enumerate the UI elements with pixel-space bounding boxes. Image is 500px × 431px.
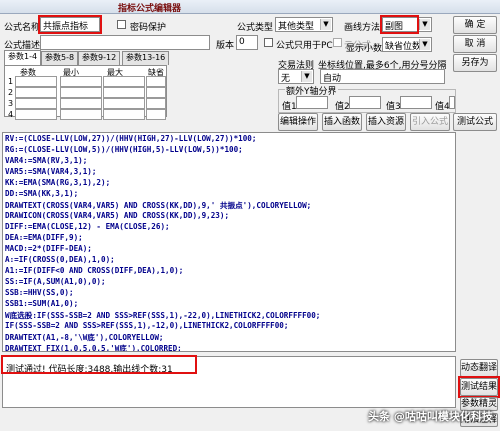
- ok-button[interactable]: 确 定: [453, 16, 497, 34]
- type-select[interactable]: 其他类型 ▼: [275, 17, 333, 32]
- highlight-name-box: [38, 15, 102, 34]
- val1-input[interactable]: [296, 96, 328, 109]
- title-bar: 指标公式编辑器: [0, 0, 500, 14]
- code-line: SS:=IF(A,SUM(A1,0),0);: [5, 277, 106, 286]
- desc-input[interactable]: [40, 35, 210, 50]
- param-min-cell[interactable]: [60, 87, 102, 98]
- param-default-cell[interactable]: [146, 109, 166, 120]
- val3-input[interactable]: [400, 96, 432, 109]
- code-line: SSB1:=SUM(A1,0);: [5, 299, 79, 308]
- code-editor[interactable]: RV:=(CLOSE-LLV(LOW,27))/(HHV(HIGH,27)-LL…: [2, 132, 456, 352]
- code-line: RG:=(CLOSE-LLV(LOW,5))/(HHV(HIGH,5)-LLV(…: [5, 145, 243, 154]
- param-min-cell[interactable]: [60, 76, 102, 87]
- val2-label: 值2: [335, 102, 350, 112]
- password-label: 密码保护: [130, 23, 167, 33]
- type-label: 公式类型: [237, 23, 274, 33]
- version-label: 版本: [216, 41, 235, 51]
- code-line: VAR5:=SMA(VAR4,3,1);: [5, 167, 97, 176]
- code-line: A1:=IF(DIFF<0 AND CROSS(DIFF,DEA),1,0);: [5, 266, 184, 275]
- code-line: DRAWTEXT(CROSS(VAR4,VAR5) AND CROSS(KK,D…: [5, 201, 312, 210]
- pc-only-label: 公式只用于PC: [276, 41, 333, 51]
- cloud-checkbox[interactable]: [333, 38, 342, 47]
- tab-params-9-12[interactable]: 参数9-12: [78, 51, 121, 65]
- tab-params-13-16[interactable]: 参数13-16: [122, 51, 170, 65]
- code-line: DEA:=EMA(DIFF,9);: [5, 233, 83, 242]
- param-default-cell[interactable]: [146, 87, 166, 98]
- param-row-number: 2: [8, 88, 14, 97]
- code-line: DD:=SMA(KK,3,1);: [5, 189, 79, 198]
- val1-label: 值1: [282, 102, 297, 112]
- code-line: DRAWTEXT(A1,-8,'\W底'),COLORYELLOW;: [5, 333, 164, 342]
- val2-input[interactable]: [349, 96, 381, 109]
- insert-func-button[interactable]: 插入函数: [322, 113, 362, 131]
- insert-res-button[interactable]: 插入资源: [366, 113, 406, 131]
- code-line: DRAWICON(CROSS(VAR4,VAR5) AND CROSS(KK,D…: [5, 211, 230, 220]
- param-name-cell[interactable]: [15, 76, 57, 87]
- code-line: VAR4:=SMA(RV,3,1);: [5, 156, 88, 165]
- val4-input[interactable]: [449, 96, 455, 109]
- param-max-cell[interactable]: [103, 87, 145, 98]
- param-min-cell[interactable]: [60, 109, 102, 120]
- param-name-cell[interactable]: [15, 98, 57, 109]
- version-input[interactable]: 0: [236, 35, 258, 50]
- param-default-cell[interactable]: [146, 76, 166, 87]
- name-label: 公式名称: [4, 23, 41, 33]
- code-line: KK:=EMA(SMA(RG,3,1),2);: [5, 178, 111, 187]
- import-formula-button[interactable]: 引入公式: [410, 113, 450, 131]
- save-as-button[interactable]: 另存为: [453, 54, 497, 72]
- param-row-number: 4: [8, 110, 14, 119]
- chevron-down-icon: ▼: [320, 19, 331, 30]
- param-grid: 参数 最小 最大 缺省 1 2 3 4: [4, 65, 167, 120]
- highlight-status-box: [1, 355, 197, 374]
- cancel-button[interactable]: 取 消: [453, 35, 497, 53]
- type-value: 其他类型: [278, 22, 315, 32]
- tab-params-5-8[interactable]: 参数5-8: [41, 51, 79, 65]
- code-line: MACD:=2*(DIFF-DEA);: [5, 244, 92, 253]
- highlight-draw-box: [380, 15, 419, 34]
- trading-rule-select[interactable]: 无 ▼: [278, 69, 314, 84]
- code-line: DIFF:=EMA(CLOSE,12) - EMA(CLOSE,26);: [5, 222, 170, 231]
- trading-rule-value: 无: [281, 74, 291, 84]
- pc-only-checkbox[interactable]: [264, 38, 273, 47]
- param-default-cell[interactable]: [146, 98, 166, 109]
- code-line: DRAWTEXT_FIX(1,0.5,0.5,'W底'),COLORRED;: [5, 344, 182, 352]
- param-max-cell[interactable]: [103, 109, 145, 120]
- val3-label: 值3: [386, 102, 401, 112]
- edit-ops-button[interactable]: 编辑操作: [278, 113, 318, 131]
- code-line: IF(SSS-SSB=2 AND SSS>REF(SSS,1),-12,0),L…: [5, 321, 289, 330]
- tab-params-1-4[interactable]: 参数1-4: [4, 50, 42, 65]
- param-row-number: 1: [8, 77, 14, 86]
- dynamic-translate-button[interactable]: 动态翻译: [460, 359, 498, 377]
- password-checkbox[interactable]: [117, 20, 126, 29]
- param-name-cell[interactable]: [15, 109, 57, 120]
- highlight-test-result-box: [458, 376, 500, 398]
- test-formula-button[interactable]: 测试公式: [453, 113, 497, 131]
- param-row-number: 3: [8, 99, 14, 108]
- window-title: 指标公式编辑器: [118, 4, 182, 14]
- code-line: RV:=(CLOSE-LLV(LOW,27))/(HHV(HIGH,27)-LL…: [5, 134, 257, 143]
- chevron-down-icon: ▼: [301, 71, 312, 82]
- code-line: SSB:=HHV(SS,0);: [5, 288, 74, 297]
- param-max-cell[interactable]: [103, 76, 145, 87]
- watermark: 头条 @咕咕叫模块化科技: [368, 410, 493, 423]
- code-line: W底选股:IF(SSS-SSB=2 AND SSS>REF(SSS,1),-22…: [5, 311, 321, 320]
- decimals-select[interactable]: 缺省位数 ▼: [382, 37, 432, 52]
- param-min-cell[interactable]: [60, 98, 102, 109]
- draw-label: 画线方法: [344, 23, 381, 33]
- decimals-value: 缺省位数: [385, 42, 422, 52]
- chevron-down-icon: ▼: [419, 39, 430, 50]
- chevron-down-icon: ▼: [419, 19, 430, 30]
- param-name-cell[interactable]: [15, 87, 57, 98]
- val4-label: 值4: [435, 102, 450, 112]
- code-line: A:=IF(CROSS(0,DEA),1,0);: [5, 255, 115, 264]
- decimals-label: 显示小数: [346, 44, 383, 54]
- coord-input[interactable]: 自动: [320, 69, 445, 84]
- param-max-cell[interactable]: [103, 98, 145, 109]
